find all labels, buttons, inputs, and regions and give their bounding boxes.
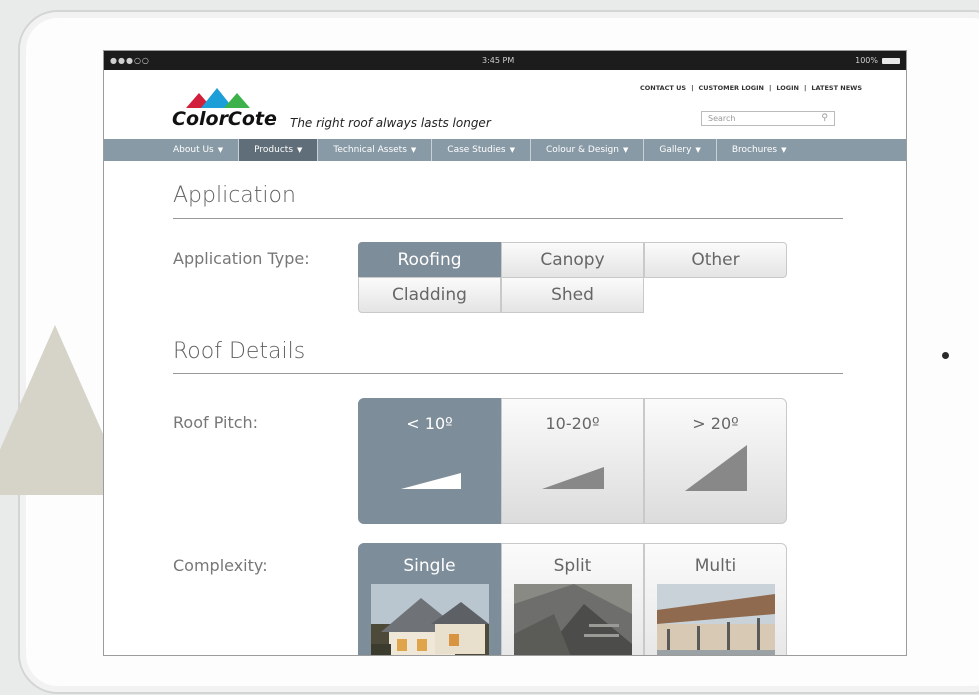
roof-pitch-label: Roof Pitch: — [173, 413, 259, 432]
battery-indicator: 100% — [855, 56, 900, 65]
battery-percent: 100% — [855, 56, 878, 65]
option-cladding[interactable]: Cladding — [358, 277, 501, 313]
split-roof-photo — [514, 584, 632, 655]
pitch-over-20[interactable]: > 20º — [644, 398, 787, 524]
chevron-down-icon: ▼ — [622, 146, 629, 154]
chevron-down-icon: ▼ — [217, 146, 224, 154]
pitch-under-10[interactable]: < 10º — [358, 398, 501, 524]
steep-pitch-icon — [685, 445, 747, 491]
pitch-10-20[interactable]: 10-20º — [501, 398, 644, 524]
chevron-down-icon: ▼ — [410, 146, 417, 154]
nav-colour-design[interactable]: Colour & Design ▼ — [531, 139, 645, 161]
nav-label: Products — [254, 145, 294, 155]
option-canopy[interactable]: Canopy — [501, 242, 644, 278]
complexity-label: Complexity: — [173, 556, 268, 575]
complexity-split-label: Split — [553, 556, 592, 576]
nav-brochures[interactable]: Brochures ▼ — [717, 139, 802, 161]
tablet-screen: ●●●○○ 3:45 PM 100% CONTACT US | CUSTOMER L… — [103, 50, 907, 656]
roof-details-heading: Roof Details — [173, 339, 306, 364]
nav-products[interactable]: Products ▼ — [239, 139, 319, 161]
chevron-down-icon: ▼ — [695, 146, 701, 154]
status-time: 3:45 PM — [482, 56, 515, 65]
nav-label: Brochures — [731, 145, 778, 155]
site-header: CONTACT US | CUSTOMER LOGIN | LOGIN | LATEST N… — [104, 70, 906, 139]
battery-icon — [882, 57, 900, 64]
complexity-single[interactable]: Single — [358, 543, 501, 655]
main-nav: About Us ▼ Products ▼ Technical Assets ▼ Ca… — [104, 139, 906, 161]
nav-case-studies[interactable]: Case Studies ▼ — [432, 139, 531, 161]
complexity-multi-label: Multi — [694, 556, 737, 576]
complexity-single-label: Single — [403, 556, 456, 576]
option-other[interactable]: Other — [644, 242, 787, 278]
chevron-down-icon: ▼ — [297, 146, 303, 154]
latest-news-link[interactable]: LATEST NEWS — [811, 84, 862, 92]
customer-login-link[interactable]: CUSTOMER LOGIN — [698, 84, 764, 92]
logo-peaks-icon — [172, 88, 268, 108]
application-heading: Application — [173, 183, 296, 208]
nav-label: Colour & Design — [545, 145, 619, 155]
nav-label: About Us — [173, 145, 214, 155]
nav-label: Gallery — [659, 145, 692, 155]
medium-pitch-icon — [542, 467, 604, 489]
brand-name: ColorCote — [172, 108, 277, 130]
multi-roof-photo — [657, 584, 775, 655]
single-roof-photo — [371, 584, 489, 655]
low-pitch-icon — [401, 473, 461, 489]
colorcote-logo[interactable]: ColorCote — [172, 88, 277, 130]
chevron-down-icon: ▼ — [509, 146, 515, 154]
option-roofing[interactable]: Roofing — [358, 242, 501, 278]
contact-us-link[interactable]: CONTACT US — [640, 84, 686, 92]
option-shed[interactable]: Shed — [501, 277, 644, 313]
nav-label: Technical Assets — [333, 145, 407, 155]
application-type-label: Application Type: — [173, 249, 310, 268]
home-camera-dot — [942, 352, 949, 359]
roof-details-divider — [173, 373, 843, 374]
chevron-down-icon: ▼ — [781, 146, 787, 154]
complexity-multi[interactable]: Multi — [644, 543, 787, 655]
nav-gallery[interactable]: Gallery ▼ — [644, 139, 717, 161]
nav-technical-assets[interactable]: Technical Assets ▼ — [318, 139, 433, 161]
complexity-split[interactable]: Split — [501, 543, 644, 655]
status-bar: ●●●○○ 3:45 PM 100% — [104, 51, 906, 70]
search-icon[interactable]: ⚲ — [821, 113, 828, 123]
signal-indicator: ●●●○○ — [110, 56, 150, 65]
search-placeholder: Search — [708, 114, 736, 123]
login-link[interactable]: LOGIN — [776, 84, 799, 92]
application-divider — [173, 218, 843, 219]
nav-label: Case Studies — [447, 145, 506, 155]
search-input[interactable]: Search ⚲ — [701, 111, 835, 126]
utility-links: CONTACT US | CUSTOMER LOGIN | LOGIN | LATEST N… — [639, 84, 862, 92]
nav-about-us[interactable]: About Us ▼ — [158, 139, 240, 161]
tagline: The right roof always lasts longer — [290, 116, 491, 130]
